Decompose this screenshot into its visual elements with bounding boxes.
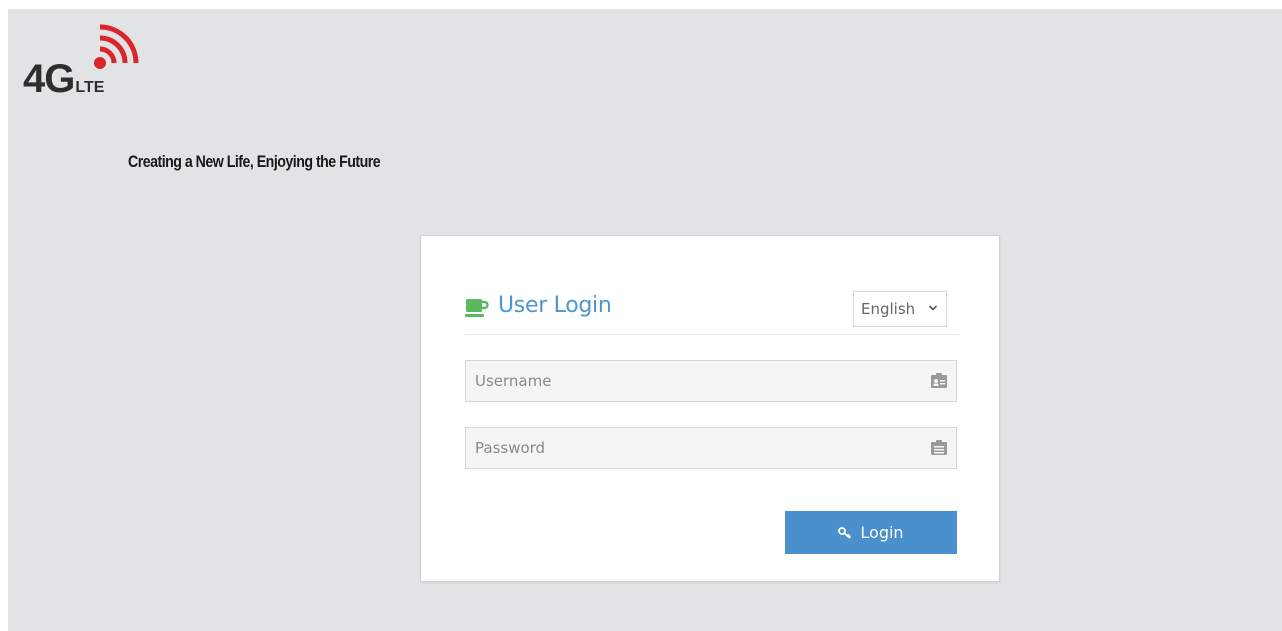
tagline: Creating a New Life, Enjoying the Future xyxy=(128,153,381,171)
key-icon xyxy=(838,526,852,539)
language-select-value: English xyxy=(861,300,916,318)
login-button-label: Login xyxy=(860,523,904,542)
login-page: 4GLTE Creating a New Life, Enjoying the … xyxy=(8,9,1282,631)
coffee-cup-icon xyxy=(465,299,489,317)
logo-4g-text: 4G xyxy=(23,57,75,101)
language-select[interactable]: English xyxy=(853,291,947,327)
login-card: User Login English Username Login xyxy=(420,235,1000,582)
password-input[interactable] xyxy=(466,428,906,468)
login-title: User Login xyxy=(498,293,612,318)
login-card-header: User Login English xyxy=(465,288,959,335)
password-field xyxy=(465,427,957,469)
login-button[interactable]: Login xyxy=(785,511,957,554)
brand-logo: 4GLTE xyxy=(23,21,153,101)
logo-wordmark: 4GLTE xyxy=(23,59,104,99)
logo-lte-text: LTE xyxy=(75,79,105,96)
username-input[interactable] xyxy=(466,361,906,401)
username-field xyxy=(465,360,957,402)
user-card-icon xyxy=(931,373,947,388)
chevron-down-icon xyxy=(928,305,938,311)
lock-card-icon xyxy=(931,440,947,455)
